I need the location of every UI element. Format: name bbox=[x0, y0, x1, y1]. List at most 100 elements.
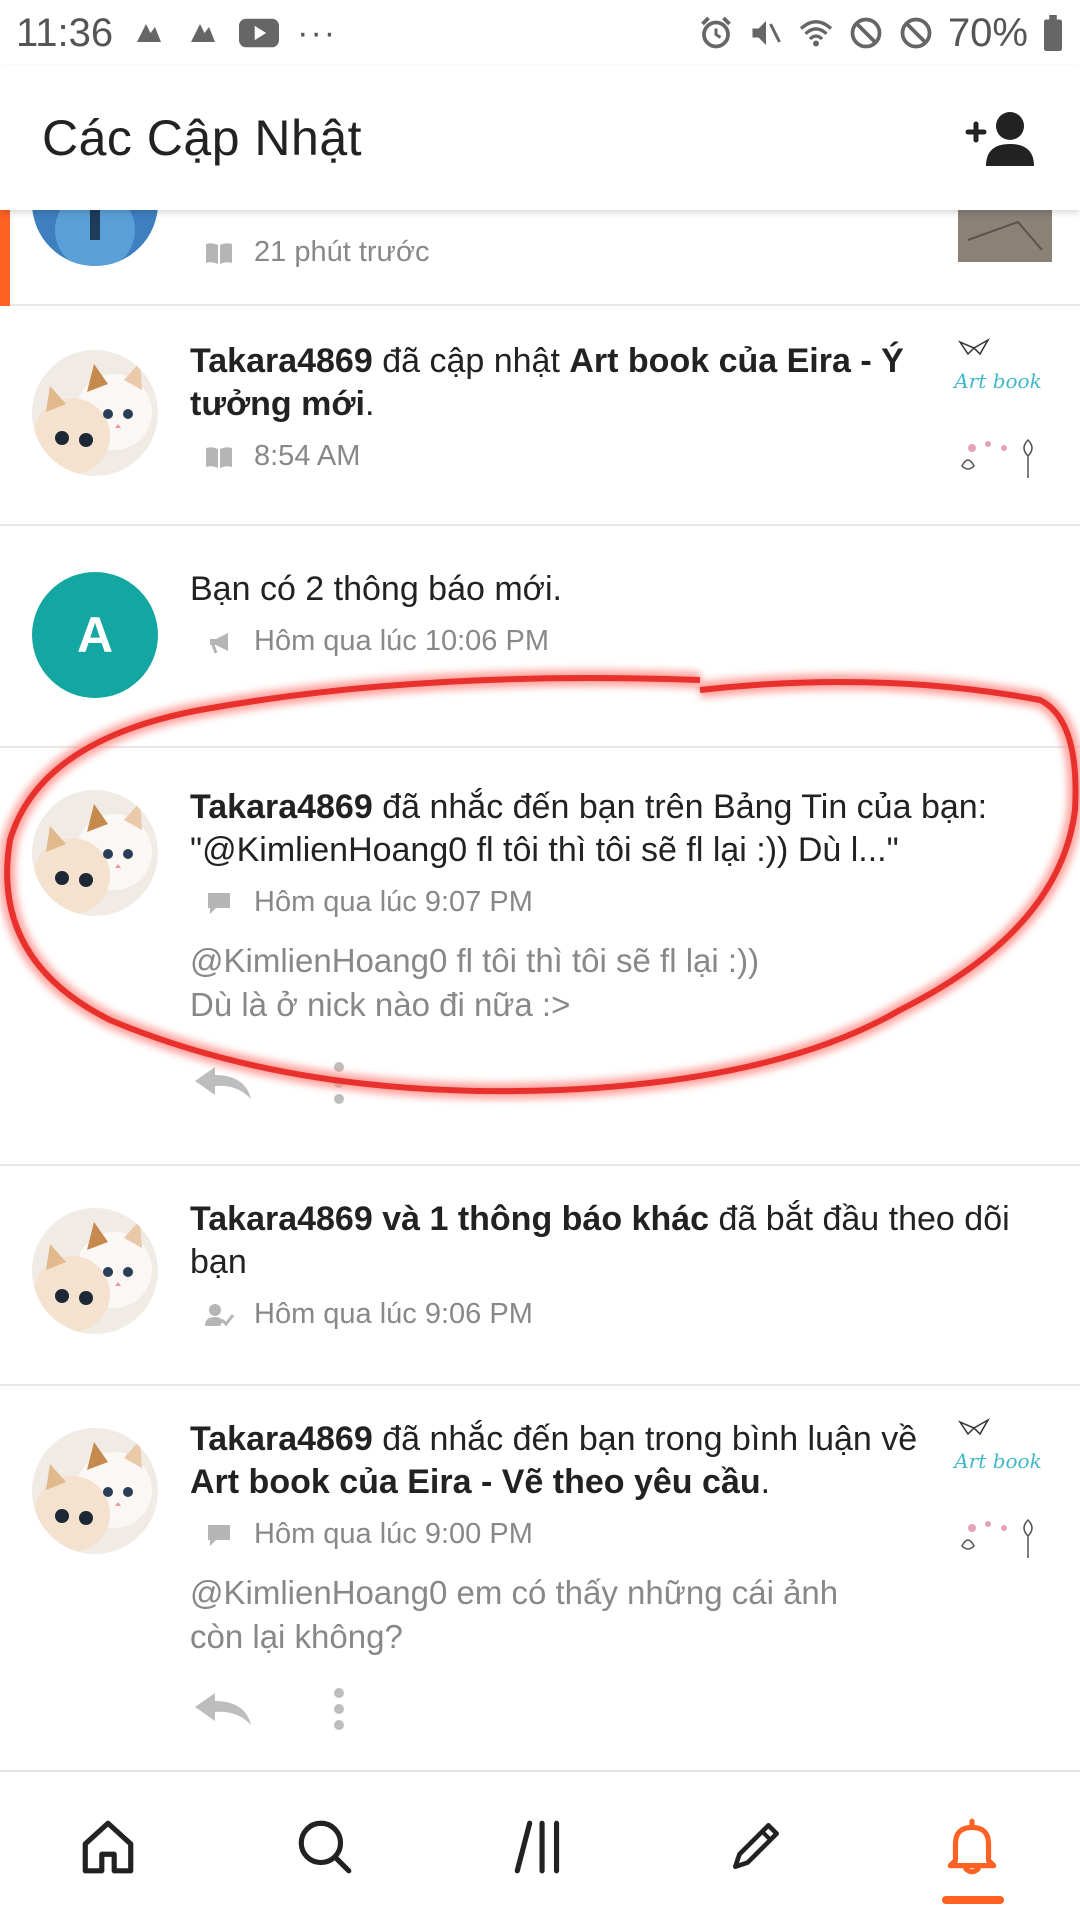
feed-item[interactable]: Takara4869 đã nhắc đến bạn trong bình lu… bbox=[0, 1386, 1080, 1770]
reply-button[interactable] bbox=[190, 1684, 256, 1734]
status-left: 11:36 ··· bbox=[16, 11, 337, 56]
wifi-icon bbox=[798, 15, 834, 51]
megaphone-icon bbox=[210, 632, 228, 654]
home-icon bbox=[82, 1820, 134, 1874]
item-meta: Hôm qua lúc 10:06 PM bbox=[190, 625, 930, 658]
snippet-line: @KimlienHoang0 em có thấy những cái ảnh bbox=[190, 1574, 839, 1611]
active-tab-indicator bbox=[942, 1896, 1004, 1904]
thumbnail-title: Art book bbox=[952, 1449, 1041, 1473]
unread-marker bbox=[0, 210, 10, 306]
item-time: Hôm qua lúc 9:07 PM bbox=[254, 886, 533, 918]
reply-icon bbox=[195, 1067, 251, 1099]
comment-icon bbox=[208, 892, 230, 914]
avatar bbox=[32, 210, 158, 266]
item-text: đã cập nhật bbox=[382, 342, 560, 380]
follow-icon bbox=[205, 1303, 234, 1326]
nav-write[interactable] bbox=[696, 1786, 816, 1906]
more-notifications-indicator: ··· bbox=[297, 13, 338, 52]
avatar bbox=[32, 1428, 158, 1554]
username[interactable]: Takara4869 bbox=[190, 1420, 373, 1458]
feed-item[interactable]: Takara4869 đã nhắc đến bạn trên Bảng Tin… bbox=[0, 748, 1080, 1166]
story-thumbnail[interactable]: Art book bbox=[948, 1416, 1048, 1564]
item-meta: Hôm qua lúc 9:07 PM bbox=[190, 886, 1050, 919]
item-headline: Bạn có 2 thông báo mới. bbox=[190, 570, 562, 608]
status-right: 70% bbox=[698, 11, 1064, 56]
page-title: Các Cập Nhật bbox=[42, 110, 363, 166]
item-text-end: . bbox=[364, 385, 375, 423]
item-meta: 21 phút trước bbox=[190, 236, 930, 269]
bell-icon bbox=[947, 1818, 997, 1875]
feed-item[interactable]: Takara4869 và 1 thông báo khác đã bắt đầ… bbox=[0, 1166, 1080, 1386]
item-time: Hôm qua lúc 9:06 PM bbox=[254, 1298, 533, 1330]
item-quote: "@KimlienHoang0 fl tôi thì tôi sẽ fl lại… bbox=[190, 831, 899, 869]
search-icon bbox=[298, 1820, 352, 1874]
library-icon bbox=[514, 1820, 560, 1874]
battery-icon bbox=[1042, 15, 1064, 51]
status-bar: 11:36 ··· 70% bbox=[0, 0, 1080, 66]
item-meta: 8:54 AM bbox=[190, 440, 930, 473]
nav-search[interactable] bbox=[264, 1786, 384, 1906]
item-headline: Takara4869 đã nhắc đến bạn trong bình lu… bbox=[190, 1418, 930, 1504]
book-icon bbox=[206, 242, 232, 264]
username[interactable]: Takara4869 và 1 thông báo khác bbox=[190, 1200, 709, 1238]
snippet-line: @KimlienHoang0 fl tôi thì tôi sẽ fl lại … bbox=[190, 942, 760, 979]
avatar: A bbox=[32, 572, 158, 698]
story-thumbnail[interactable]: Art book bbox=[948, 336, 1048, 484]
feed-item[interactable]: A Bạn có 2 thông báo mới. Hôm qua lúc 10… bbox=[0, 526, 1080, 748]
item-time: Hôm qua lúc 10:06 PM bbox=[254, 625, 549, 657]
item-time: Hôm qua lúc 9:00 PM bbox=[254, 1518, 533, 1550]
item-time: 8:54 AM bbox=[254, 440, 361, 472]
item-text: đã nhắc đến bạn trên Bảng Tin của bạn: bbox=[382, 788, 988, 826]
more-vertical-icon bbox=[334, 1062, 344, 1104]
feed-item[interactable]: Takara4869 đã cập nhật Art book của Eira… bbox=[0, 306, 1080, 526]
more-options-button[interactable] bbox=[306, 1684, 372, 1734]
item-time: 21 phút trước bbox=[254, 236, 430, 268]
comment-snippet: @KimlienHoang0 fl tôi thì tôi sẽ fl lại … bbox=[190, 939, 1050, 1027]
comment-snippet: @KimlienHoang0 em có thấy những cái ảnh … bbox=[190, 1571, 930, 1659]
item-text-end: . bbox=[760, 1463, 771, 1501]
more-options-button[interactable] bbox=[306, 1058, 372, 1108]
item-headline: Takara4869 và 1 thông báo khác đã bắt đầ… bbox=[190, 1198, 1020, 1284]
item-actions bbox=[190, 1058, 372, 1108]
battery-percent: 70% bbox=[947, 10, 1028, 55]
youtube-icon bbox=[239, 15, 280, 51]
item-actions bbox=[190, 1684, 372, 1734]
snippet-line: Dù là ở nick nào đi nữa :> bbox=[190, 986, 571, 1023]
clock: 11:36 bbox=[16, 10, 114, 55]
feed-item[interactable]: 21 phút trước bbox=[0, 210, 1080, 306]
avatar bbox=[32, 350, 158, 476]
reply-button[interactable] bbox=[190, 1058, 256, 1108]
notification-feed: 21 phút trước Takara4869 đã cập nhật Art… bbox=[0, 210, 1080, 1770]
avatar bbox=[32, 1208, 158, 1334]
nav-notifications[interactable] bbox=[912, 1786, 1032, 1906]
username[interactable]: Takara4869 bbox=[190, 342, 373, 380]
avatar bbox=[32, 790, 158, 916]
username[interactable]: Takara4869 bbox=[190, 788, 373, 826]
app-notification-icon bbox=[185, 15, 221, 51]
block-icon bbox=[898, 15, 934, 51]
nav-library[interactable] bbox=[480, 1786, 600, 1906]
item-meta: Hôm qua lúc 9:06 PM bbox=[190, 1298, 1020, 1331]
reply-icon bbox=[195, 1693, 251, 1725]
add-person-icon[interactable] bbox=[964, 108, 1038, 168]
item-headline: Takara4869 đã cập nhật Art book của Eira… bbox=[190, 340, 930, 426]
thumbnail-title: Art book bbox=[952, 369, 1041, 393]
snippet-line: còn lại không? bbox=[190, 1618, 403, 1655]
item-headline: Takara4869 đã nhắc đến bạn trên Bảng Tin… bbox=[190, 786, 1050, 872]
book-icon bbox=[206, 446, 232, 468]
more-vertical-icon bbox=[334, 1688, 344, 1730]
alarm-icon bbox=[698, 15, 734, 51]
mute-icon bbox=[748, 15, 784, 51]
item-meta: Hôm qua lúc 9:00 PM bbox=[190, 1518, 930, 1551]
block-icon bbox=[848, 15, 884, 51]
story-thumbnail[interactable] bbox=[958, 210, 1052, 262]
item-text: đã nhắc đến bạn trong bình luận về bbox=[382, 1420, 918, 1458]
avatar-letter: A bbox=[76, 607, 114, 663]
comment-icon bbox=[208, 1524, 230, 1546]
story-title[interactable]: Art book của Eira - Vẽ theo yêu cầu bbox=[190, 1463, 761, 1501]
app-notification-icon bbox=[131, 15, 167, 51]
pencil-icon bbox=[733, 1823, 779, 1869]
app-header: Các Cập Nhật bbox=[0, 66, 1080, 210]
bottom-navigation bbox=[0, 1770, 1080, 1920]
nav-home[interactable] bbox=[48, 1786, 168, 1906]
